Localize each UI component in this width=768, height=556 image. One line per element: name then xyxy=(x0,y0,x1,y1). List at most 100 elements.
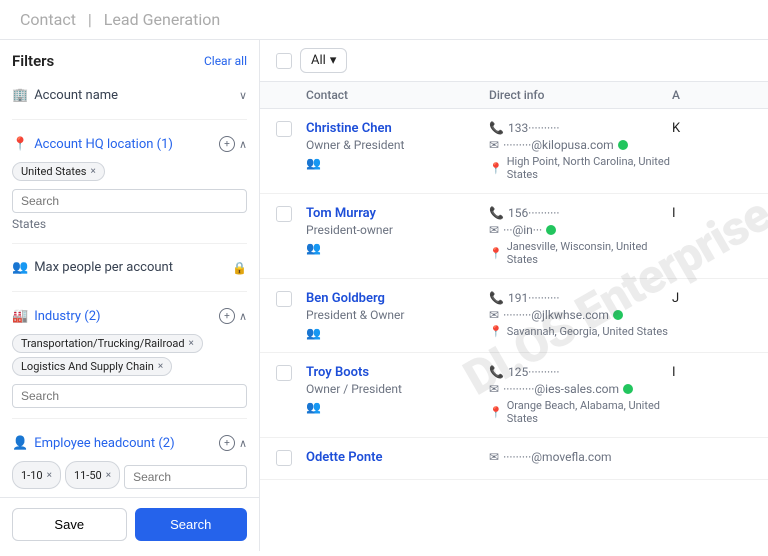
phone-icon: 📞 xyxy=(489,121,504,135)
row-checkbox-4[interactable] xyxy=(276,450,292,466)
phone-icon: 📞 xyxy=(489,206,504,220)
sidebar-actions: Save Search xyxy=(0,497,259,551)
industry-search-input[interactable] xyxy=(12,384,247,408)
chevron-down-icon: ∨ xyxy=(239,89,247,102)
table-header: Contact Direct info A xyxy=(260,82,768,109)
filter-hq-row[interactable]: 📍 Account HQ location (1) + ∧ xyxy=(12,130,247,158)
contact-title-1: President-owner xyxy=(306,223,489,237)
headcount-search-input[interactable] xyxy=(124,465,247,489)
contact-people-icon-1: 👥 xyxy=(306,241,489,255)
contact-name-2[interactable]: Ben Goldberg xyxy=(306,291,489,306)
dropdown-chevron-icon: ▾ xyxy=(330,53,337,68)
email-icon: ✉ xyxy=(489,223,499,237)
row-checkbox-0[interactable] xyxy=(276,121,292,137)
hq-tags: United States × xyxy=(12,162,247,181)
remove-1-10-tag[interactable]: × xyxy=(47,470,52,481)
email-icon: ✉ xyxy=(489,308,499,322)
remove-logistics-tag[interactable]: × xyxy=(158,361,163,372)
contact-name-0[interactable]: Christine Chen xyxy=(306,121,489,136)
filter-account-hq: 📍 Account HQ location (1) + ∧ United Sta… xyxy=(12,130,247,244)
location-icon: 📍 xyxy=(489,247,503,260)
select-all-checkbox[interactable] xyxy=(276,53,292,69)
all-dropdown[interactable]: All ▾ xyxy=(300,48,347,73)
chevron-up-icon-headcount: ∧ xyxy=(239,437,247,450)
table-row: Odette Ponte ✉·········@movefla.com xyxy=(260,438,768,480)
contact-name-1[interactable]: Tom Murray xyxy=(306,206,489,221)
module-name: Lead Generation xyxy=(104,10,220,29)
col3-1: I xyxy=(672,206,752,221)
phone-icon: 📞 xyxy=(489,365,504,379)
hq-search-input[interactable] xyxy=(12,189,247,213)
direct-info-4: ✉·········@movefla.com xyxy=(489,450,672,467)
contact-list: Christine Chen Owner & President 👥 📞133·… xyxy=(260,109,768,551)
filter-industry: 🏭 Industry (2) + ∧ Transportation/Trucki… xyxy=(12,302,247,419)
filter-max-people-row[interactable]: 👥 Max people per account 🔒 xyxy=(12,254,247,281)
main-toolbar: All ▾ xyxy=(260,40,768,82)
filter-account-name-row[interactable]: 🏢 Account name ∨ xyxy=(12,82,247,109)
verified-badge xyxy=(546,225,556,235)
industry-icon: 🏭 xyxy=(12,309,28,324)
filter-max-people: 👥 Max people per account 🔒 xyxy=(12,254,247,292)
sidebar-title: Filters xyxy=(12,52,54,70)
app-name: Contact xyxy=(20,10,76,29)
contact-name-3[interactable]: Troy Boots xyxy=(306,365,489,380)
direct-info-0: 📞133·········· ✉·········@kilopusa.com 📍… xyxy=(489,121,672,181)
table-row: Troy Boots Owner / President 👥 📞125·····… xyxy=(260,353,768,438)
email-icon: ✉ xyxy=(489,138,499,152)
filter-account-name: 🏢 Account name ∨ xyxy=(12,82,247,120)
row-checkbox-3[interactable] xyxy=(276,365,292,381)
contact-title-0: Owner & President xyxy=(306,138,489,152)
add-industry-button[interactable]: + xyxy=(219,308,235,324)
direct-info-1: 📞156·········· ✉···@in··· 📍Janesville, W… xyxy=(489,206,672,266)
app-header: Contact | Lead Generation xyxy=(0,0,768,40)
remove-transportation-tag[interactable]: × xyxy=(189,338,194,349)
col3-0: K xyxy=(672,121,752,136)
chevron-up-icon: ∧ xyxy=(239,138,247,151)
building-icon: 🏢 xyxy=(12,88,28,103)
tag-united-states: United States × xyxy=(12,162,105,181)
sidebar: Filters Clear all 🏢 Account name ∨ 📍 Acc… xyxy=(0,40,260,551)
filter-industry-row[interactable]: 🏭 Industry (2) + ∧ xyxy=(12,302,247,330)
location-icon: 📍 xyxy=(489,325,503,338)
contact-title-3: Owner / President xyxy=(306,382,489,396)
tag-1-10: 1-10 × xyxy=(12,461,61,489)
headcount-tags: 1-10 × 11-50 × xyxy=(12,461,247,489)
verified-badge xyxy=(623,384,633,394)
row-checkbox-2[interactable] xyxy=(276,291,292,307)
tag-transportation: Transportation/Trucking/Railroad × xyxy=(12,334,203,353)
contact-title-2: President & Owner xyxy=(306,308,489,322)
clear-all-button[interactable]: Clear all xyxy=(204,54,247,68)
row-checkbox-1[interactable] xyxy=(276,206,292,222)
search-button[interactable]: Search xyxy=(135,508,248,541)
header-title: Contact | Lead Generation xyxy=(16,10,224,29)
main-area: DI.OS Enterprise All ▾ Contact Direct in… xyxy=(260,40,768,551)
people-icon: 👥 xyxy=(12,260,28,275)
tag-logistics: Logistics And Supply Chain × xyxy=(12,357,172,376)
col3-2: J xyxy=(672,291,752,306)
headcount-icon: 👤 xyxy=(12,436,28,451)
table-row: Christine Chen Owner & President 👥 📞133·… xyxy=(260,109,768,194)
table-row: Tom Murray President-owner 👥 📞156·······… xyxy=(260,194,768,279)
contact-people-icon-0: 👥 xyxy=(306,156,489,170)
verified-badge xyxy=(618,140,628,150)
email-icon: ✉ xyxy=(489,450,499,464)
direct-info-3: 📞125·········· ✉··········@ies-sales.com… xyxy=(489,365,672,425)
remove-tag-button[interactable]: × xyxy=(90,166,95,177)
contact-people-icon-2: 👥 xyxy=(306,326,489,340)
filter-headcount-row[interactable]: 👤 Employee headcount (2) + ∧ xyxy=(12,429,247,457)
remove-11-50-tag[interactable]: × xyxy=(106,470,111,481)
location-icon: 📍 xyxy=(489,162,503,175)
main-layout: Filters Clear all 🏢 Account name ∨ 📍 Acc… xyxy=(0,40,768,551)
add-headcount-button[interactable]: + xyxy=(219,435,235,451)
contact-name-4[interactable]: Odette Ponte xyxy=(306,450,489,465)
states-label: States xyxy=(12,217,247,231)
save-button[interactable]: Save xyxy=(12,508,127,541)
add-filter-button[interactable]: + xyxy=(219,136,235,152)
col-direct-info: Direct info xyxy=(489,88,672,102)
col-extra: A xyxy=(672,88,752,102)
tag-11-50: 11-50 × xyxy=(65,461,120,489)
direct-info-2: 📞191·········· ✉·········@jlkwhse.com 📍S… xyxy=(489,291,672,338)
table-row: Ben Goldberg President & Owner 👥 📞191···… xyxy=(260,279,768,353)
location-icon: 📍 xyxy=(489,406,503,419)
filter-headcount: 👤 Employee headcount (2) + ∧ 1-10 × 11-5… xyxy=(12,429,247,504)
